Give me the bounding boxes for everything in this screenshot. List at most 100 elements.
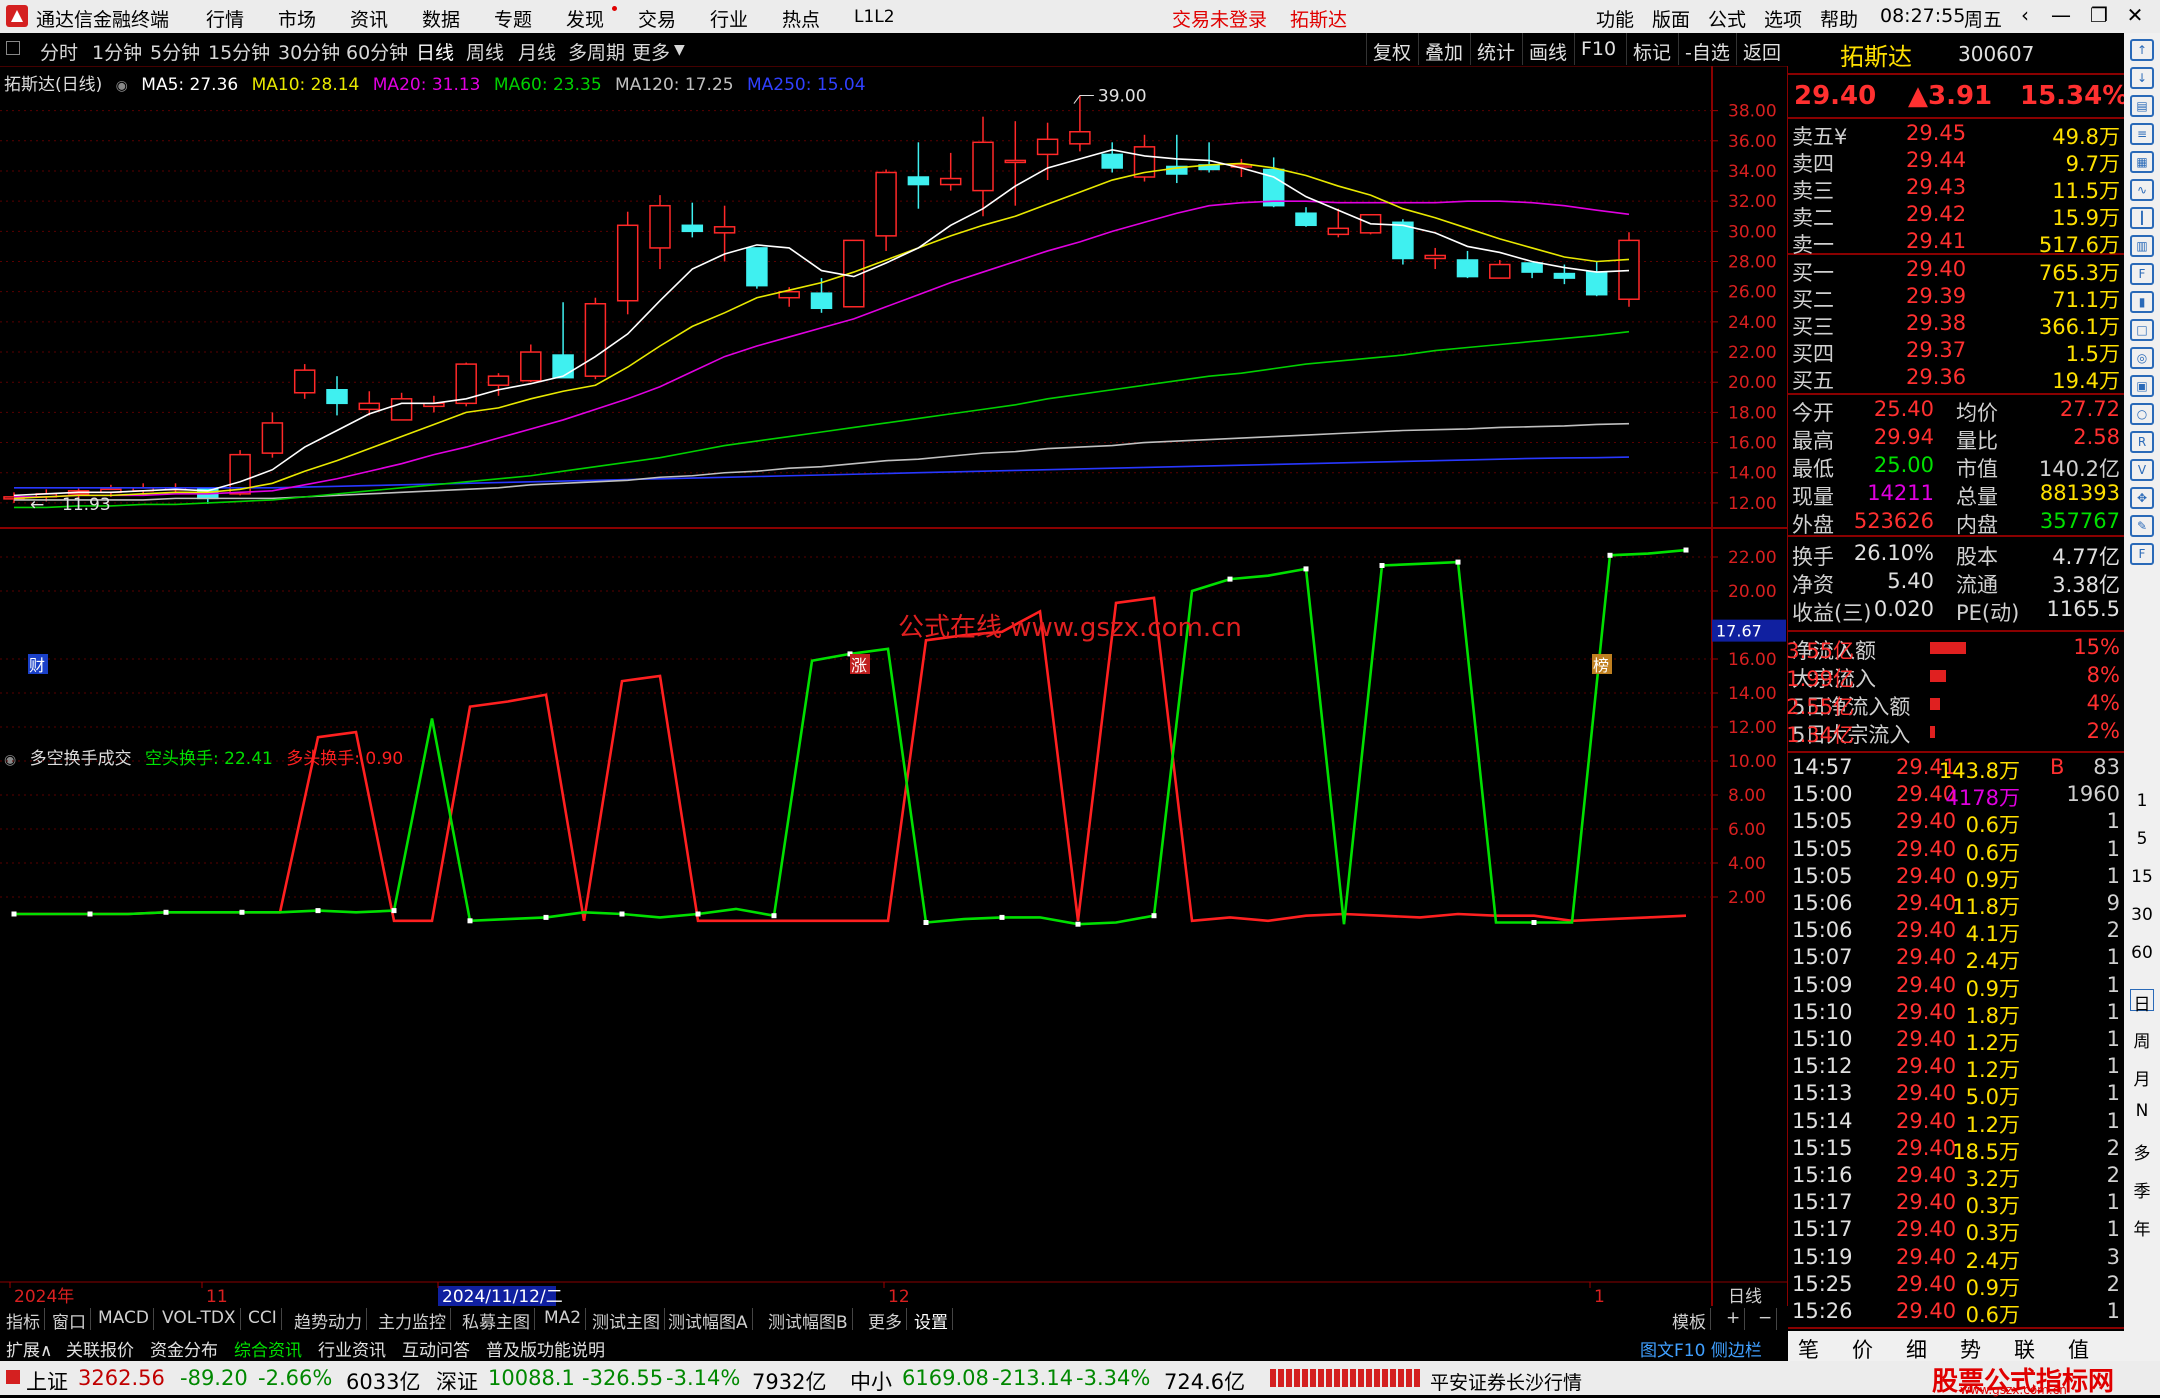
indicator-tab[interactable]: 私募主图 <box>458 1308 535 1333</box>
indicator-tab[interactable]: 主力监控 <box>374 1308 451 1333</box>
quote-tab[interactable]: 笔 <box>1798 1334 1819 1364</box>
quote-tab[interactable]: 值 <box>2068 1334 2089 1364</box>
sidebar-period[interactable]: 1 <box>2130 791 2154 813</box>
kline-chart[interactable]: 38.00 36.00 34.00 32.00 30.00 28.00 26.00 24.00… <box>0 66 1788 1306</box>
menu-faxian[interactable]: 发现 <box>566 5 604 32</box>
draw-line-button[interactable]: 画线 <box>1522 33 1573 65</box>
menu-shuju[interactable]: 数据 <box>422 5 460 32</box>
template-control[interactable]: 模板 <box>1668 1308 1711 1333</box>
func-tab[interactable]: 综合资讯 <box>230 1336 306 1361</box>
period-daily[interactable]: 日线 <box>416 38 454 65</box>
period-monthly[interactable]: 月线 <box>518 38 556 65</box>
menu-zhuanti[interactable]: 专题 <box>494 5 532 32</box>
grid-icon[interactable]: ▦ <box>2130 151 2154 173</box>
arrow-up-icon[interactable]: ↑ <box>2130 39 2154 61</box>
indicator-tab[interactable]: VOL-TDX <box>158 1308 241 1330</box>
indicator-tab[interactable]: 更多 <box>864 1308 907 1333</box>
move-icon[interactable]: ✥ <box>2130 487 2154 509</box>
sidebar-period[interactable]: 30 <box>2130 905 2154 927</box>
f10-icon[interactable]: F <box>2130 263 2154 285</box>
indicator-tab[interactable]: 窗口 <box>48 1308 91 1333</box>
indicator-tab[interactable]: 测试幅图B <box>764 1308 853 1333</box>
sidebar-period[interactable]: 月 <box>2130 1065 2154 1090</box>
func-tab[interactable]: 普及版功能说明 <box>482 1336 609 1361</box>
overlay-button[interactable]: 叠加 <box>1418 33 1469 65</box>
indicator-tab[interactable]: MACD <box>94 1308 154 1330</box>
menu-xuanxiang[interactable]: 选项 <box>1764 5 1802 32</box>
indicator-tab[interactable]: CCI <box>244 1308 282 1330</box>
period-more[interactable]: 更多 <box>632 38 670 65</box>
quote-tab[interactable]: 联 <box>2014 1334 2035 1364</box>
menu-l1l2[interactable]: L1L2 <box>854 7 895 27</box>
fs-icon[interactable]: F <box>2130 543 2154 565</box>
sidebar-period[interactable]: 周 <box>2130 1027 2154 1052</box>
func-tab[interactable]: 扩展∧ <box>2 1336 56 1361</box>
minimize-icon[interactable]: — <box>2046 3 2076 29</box>
template-control[interactable]: − <box>1754 1308 1778 1330</box>
broker-name[interactable]: 平安证券长沙行情 <box>1430 1368 1582 1395</box>
menu-shichang[interactable]: 市场 <box>278 5 316 32</box>
index1-name[interactable]: 上证 <box>26 1366 68 1396</box>
sidebar-period[interactable]: 年 <box>2130 1215 2154 1240</box>
stock-name-tag[interactable]: 拓斯达 <box>1290 5 1347 32</box>
sidebar-period[interactable]: 多 <box>2130 1139 2154 1164</box>
menu-bangzhu[interactable]: 帮助 <box>1820 5 1858 32</box>
table-icon[interactable]: ▥ <box>2130 235 2154 257</box>
period-1min[interactable]: 1分钟 <box>92 38 142 65</box>
vol-icon[interactable]: V <box>2130 459 2154 481</box>
remove-watchlist-button[interactable]: -自选 <box>1678 33 1736 65</box>
quote-tab[interactable]: 势 <box>1960 1334 1981 1364</box>
trade-login-notice[interactable]: 交易未登录 <box>1172 5 1267 32</box>
func-tab[interactable]: 关联报价 <box>62 1336 138 1361</box>
bar-icon[interactable]: ▮ <box>2130 291 2154 313</box>
close-icon[interactable]: ✕ <box>2120 3 2150 29</box>
index3-name[interactable]: 中小 <box>850 1366 892 1396</box>
func-tab[interactable]: 互动问答 <box>398 1336 474 1361</box>
period-weekly[interactable]: 周线 <box>466 38 504 65</box>
period-30min[interactable]: 30分钟 <box>278 38 340 65</box>
sidebar-period[interactable]: N <box>2130 1101 2154 1123</box>
menu-zixun[interactable]: 资讯 <box>350 5 388 32</box>
indicator-tab[interactable]: 测试主图 <box>588 1308 665 1333</box>
back-window-icon[interactable]: ‹ <box>2010 3 2040 29</box>
sidebar-period[interactable]: 60 <box>2130 943 2154 965</box>
menu-gongneng[interactable]: 功能 <box>1596 5 1634 32</box>
sidebar-period[interactable]: 季 <box>2130 1177 2154 1202</box>
func-tab[interactable]: 资金分布 <box>146 1336 222 1361</box>
quote-tab[interactable]: 细 <box>1906 1334 1927 1364</box>
compass-icon[interactable]: ◎ <box>2130 347 2154 369</box>
f10-button[interactable]: F10 <box>1574 33 1622 65</box>
mark-button[interactable]: 标记 <box>1626 33 1677 65</box>
template-control[interactable]: + <box>1722 1308 1746 1330</box>
period-60min[interactable]: 60分钟 <box>346 38 408 65</box>
indicator-tab[interactable]: 指标 <box>2 1308 45 1333</box>
book-icon[interactable]: □ <box>2130 319 2154 341</box>
quote-tab[interactable]: 价 <box>1852 1334 1873 1364</box>
rsi-icon[interactable]: R <box>2130 431 2154 453</box>
stats-button[interactable]: 统计 <box>1470 33 1521 65</box>
period-15min[interactable]: 15分钟 <box>208 38 270 65</box>
candle-icon[interactable]: ┃ <box>2130 207 2154 229</box>
indicator-tab[interactable]: 测试幅图A <box>664 1308 753 1333</box>
menu-hangqing[interactable]: 行情 <box>206 5 244 32</box>
menu-gongshi[interactable]: 公式 <box>1708 5 1746 32</box>
indicator-tab[interactable]: 设置 <box>910 1308 953 1333</box>
chevron-down-icon[interactable]: ▼ <box>674 42 685 58</box>
period-fenshi[interactable]: 分时 <box>40 38 78 65</box>
fuquan-button[interactable]: 复权 <box>1366 33 1417 65</box>
menu-redian[interactable]: 热点 <box>782 5 820 32</box>
menu-banmian[interactable]: 版面 <box>1652 5 1690 32</box>
period-multi[interactable]: 多周期 <box>568 38 625 65</box>
menu-jiaoyi[interactable]: 交易 <box>638 5 676 32</box>
sidebar-period[interactable]: 日 <box>2130 989 2154 1015</box>
sidebar-period[interactable]: 5 <box>2130 829 2154 851</box>
menu-hangye[interactable]: 行业 <box>710 5 748 32</box>
list-icon[interactable]: ≡ <box>2130 123 2154 145</box>
func-tab[interactable]: 行业资讯 <box>314 1336 390 1361</box>
return-button[interactable]: 返回 <box>1736 33 1787 65</box>
arrow-down-icon[interactable]: ↓ <box>2130 67 2154 89</box>
chart-icon[interactable]: ▤ <box>2130 95 2154 117</box>
chip-icon[interactable]: ▣ <box>2130 375 2154 397</box>
restore-icon[interactable]: ❐ <box>2084 3 2114 29</box>
circle-icon[interactable]: ○ <box>2130 403 2154 425</box>
